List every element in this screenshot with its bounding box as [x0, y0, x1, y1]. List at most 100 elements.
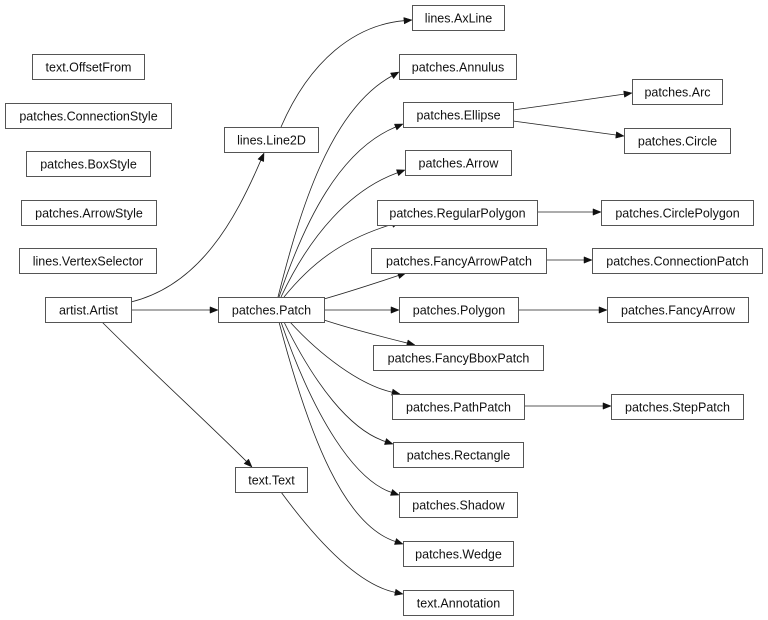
arrowhead-icon — [390, 71, 400, 80]
node-lines-line2d[interactable]: lines.Line2D — [224, 127, 319, 153]
node-label: lines.VertexSelector — [33, 255, 143, 269]
arrowhead-icon — [403, 17, 413, 25]
arrowhead-icon — [592, 208, 602, 216]
node-patches-arrowstyle[interactable]: patches.ArrowStyle — [21, 200, 157, 226]
node-label: patches.ArrowStyle — [35, 207, 143, 221]
node-patches-fancybboxpatch[interactable]: patches.FancyBboxPatch — [373, 345, 544, 371]
arrowhead-icon — [390, 488, 400, 496]
arrowhead-icon — [390, 306, 400, 314]
arrowhead-icon — [602, 402, 612, 410]
node-patches-boxstyle[interactable]: patches.BoxStyle — [26, 151, 151, 177]
edge-patches-fancyarrowpatch-to-patches-connectionpatch — [546, 256, 593, 264]
inheritance-diagram: text.OffsetFrom patches.ConnectionStyle pa… — [5, 5, 763, 616]
node-label: patches.Wedge — [415, 548, 502, 562]
node-label: patches.Shadow — [412, 499, 505, 513]
node-label: patches.BoxStyle — [40, 158, 137, 172]
node-label: patches.Annulus — [412, 61, 504, 75]
node-text-text[interactable]: text.Text — [235, 467, 308, 493]
node-patches-circle[interactable]: patches.Circle — [624, 128, 731, 154]
edges-layer — [101, 17, 633, 596]
node-text-annotation[interactable]: text.Annotation — [403, 590, 514, 616]
node-label: patches.StepPatch — [625, 401, 730, 415]
arrowhead-icon — [583, 256, 593, 264]
edge-patches-pathpatch-to-patches-steppatch — [524, 402, 612, 410]
edge-line — [280, 172, 398, 298]
nodes-layer: text.OffsetFrom patches.ConnectionStyle pa… — [5, 5, 763, 616]
edge-line — [283, 321, 386, 442]
node-patches-regularpolygon[interactable]: patches.RegularPolygon — [377, 200, 538, 226]
edge-line — [101, 321, 247, 462]
edge-line — [512, 93, 625, 111]
edge-patches-ellipse-to-patches-arc — [512, 90, 633, 111]
node-patches-connectionstyle[interactable]: patches.ConnectionStyle — [5, 103, 172, 129]
arrowhead-icon — [394, 588, 404, 596]
edge-lines-line2d-to-lines-axline — [280, 17, 413, 128]
node-patches-fancyarrowpatch[interactable]: patches.FancyArrowPatch — [371, 248, 547, 274]
node-label: patches.FancyArrowPatch — [386, 255, 532, 269]
node-label: patches.ConnectionPatch — [606, 255, 749, 269]
edge-patches-polygon-to-patches-fancyarrow — [518, 306, 608, 314]
node-label: patches.RegularPolygon — [389, 207, 525, 221]
node-patches-pathpatch[interactable]: patches.PathPatch — [392, 394, 525, 420]
edge-patches-patch-to-patches-fancyarrowpatch — [323, 272, 407, 300]
edge-line — [323, 319, 408, 344]
node-label: patches.Rectangle — [407, 449, 511, 463]
edge-artist-artist-to-text-text — [101, 321, 253, 468]
edge-line — [323, 275, 399, 300]
node-patches-arrow[interactable]: patches.Arrow — [405, 150, 512, 176]
node-patches-annulus[interactable]: patches.Annulus — [399, 54, 517, 80]
edge-patches-regularpolygon-to-patches-circlepolygon — [537, 208, 602, 216]
arrowhead-icon — [598, 306, 608, 314]
node-patches-steppatch[interactable]: patches.StepPatch — [611, 394, 744, 420]
arrowhead-icon — [615, 131, 625, 139]
arrowhead-icon — [209, 306, 219, 314]
edge-line — [280, 20, 405, 128]
node-label: patches.FancyArrow — [621, 304, 736, 318]
node-label: patches.Polygon — [413, 304, 505, 318]
edge-patches-patch-to-patches-fancybboxpatch — [323, 319, 416, 347]
node-label: patches.CirclePolygon — [615, 207, 739, 221]
node-patches-fancyarrow[interactable]: patches.FancyArrow — [607, 297, 749, 323]
node-label: text.Text — [248, 474, 295, 488]
arrowhead-icon — [257, 152, 265, 162]
edge-line — [512, 120, 617, 136]
node-lines-axline[interactable]: lines.AxLine — [412, 5, 505, 31]
node-label: patches.PathPatch — [406, 401, 511, 415]
arrowhead-icon — [394, 123, 404, 131]
edge-text-text-to-text-annotation — [280, 491, 404, 596]
node-patches-rectangle[interactable]: patches.Rectangle — [393, 442, 524, 468]
node-label: text.OffsetFrom — [46, 61, 132, 75]
arrowhead-icon — [396, 169, 406, 177]
node-label: text.Annotation — [417, 597, 500, 611]
edge-patches-patch-to-patches-arrow — [280, 169, 406, 298]
node-label: patches.Arrow — [419, 157, 500, 171]
node-patches-patch[interactable]: patches.Patch — [218, 297, 325, 323]
edge-patches-patch-to-patches-polygon — [324, 306, 400, 314]
edge-line — [130, 160, 262, 303]
node-label: artist.Artist — [59, 304, 119, 318]
node-label: patches.Patch — [232, 304, 311, 318]
node-patches-wedge[interactable]: patches.Wedge — [403, 541, 514, 567]
arrowhead-icon — [394, 538, 404, 545]
node-label: patches.Circle — [638, 135, 717, 149]
node-text-offsetfrom[interactable]: text.OffsetFrom — [32, 54, 145, 80]
node-lines-vertexselector[interactable]: lines.VertexSelector — [19, 248, 157, 274]
node-label: patches.ConnectionStyle — [19, 110, 157, 124]
node-label: lines.Line2D — [237, 134, 306, 148]
node-label: patches.Ellipse — [416, 109, 500, 123]
arrowhead-icon — [623, 90, 633, 98]
node-artist-artist[interactable]: artist.Artist — [45, 297, 132, 323]
node-patches-arc[interactable]: patches.Arc — [632, 79, 723, 105]
edge-line — [280, 491, 396, 593]
edge-patches-patch-to-patches-rectangle — [283, 321, 394, 445]
node-label: patches.Arc — [644, 86, 710, 100]
node-patches-shadow[interactable]: patches.Shadow — [399, 492, 518, 518]
node-patches-polygon[interactable]: patches.Polygon — [399, 297, 519, 323]
node-patches-connectionpatch[interactable]: patches.ConnectionPatch — [592, 248, 763, 274]
node-patches-ellipse[interactable]: patches.Ellipse — [403, 102, 514, 128]
node-label: lines.AxLine — [425, 12, 492, 26]
edge-artist-artist-to-patches-patch — [131, 306, 219, 314]
node-patches-circlepolygon[interactable]: patches.CirclePolygon — [601, 200, 754, 226]
edge-patches-ellipse-to-patches-circle — [512, 120, 625, 139]
arrowhead-icon — [384, 438, 394, 445]
